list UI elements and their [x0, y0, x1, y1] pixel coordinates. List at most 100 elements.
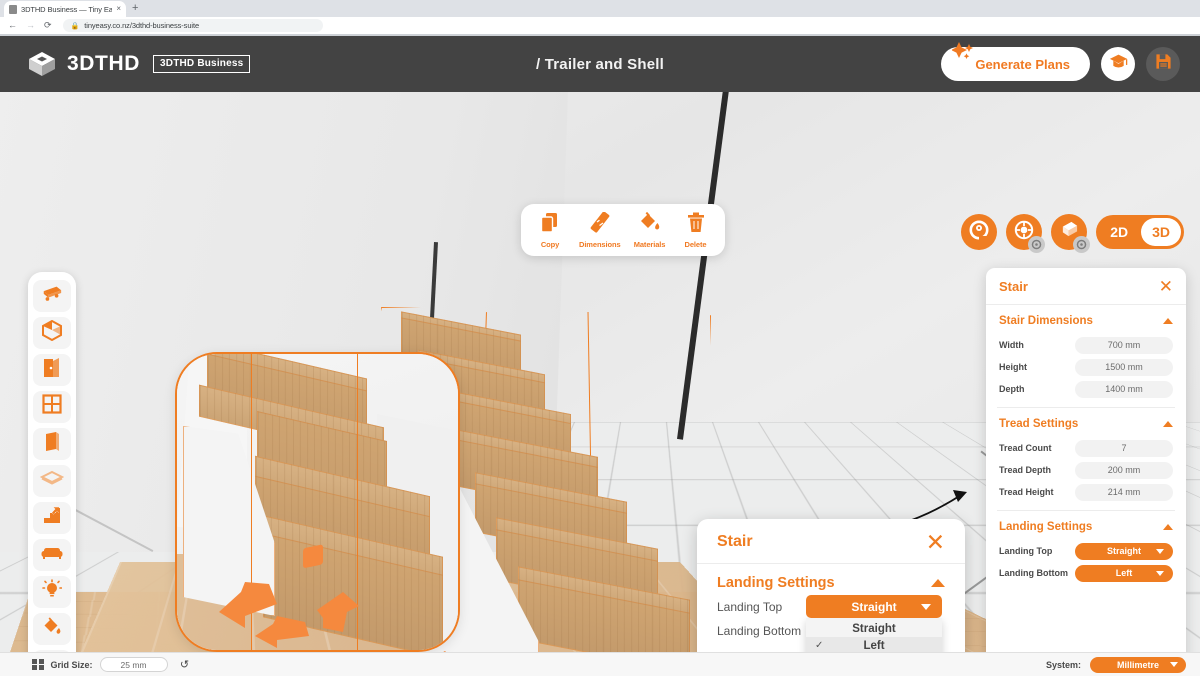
- dropdown-option-straight[interactable]: Straight: [806, 620, 942, 637]
- dropdown-option-label: Left: [863, 639, 885, 652]
- copy-button[interactable]: Copy: [533, 212, 567, 249]
- popup-section-header[interactable]: Landing Settings: [697, 564, 965, 595]
- sofa-icon: [41, 545, 63, 565]
- new-tab-icon[interactable]: +: [132, 3, 138, 14]
- app-root: 3DTHD Business — Tiny Easy - T × + ← → ⟳…: [0, 0, 1200, 676]
- address-bar[interactable]: 🔒 tinyeasy.co.nz/3dthd-business-suite: [62, 19, 323, 32]
- trailer-chassis-icon: [41, 284, 63, 307]
- reset-grid-icon[interactable]: ↺: [175, 657, 195, 673]
- sidebar-item-stairs[interactable]: [33, 501, 71, 534]
- tread-height-input[interactable]: 214 mm: [1075, 483, 1173, 501]
- sidebar-item-trailer-chassis[interactable]: [33, 279, 71, 312]
- landing-bottom-value: Left: [1115, 568, 1133, 578]
- materials-button[interactable]: Materials: [633, 211, 667, 249]
- url-text: tinyeasy.co.nz/3dthd-business-suite: [84, 21, 200, 30]
- section-header-stair-dimensions[interactable]: Stair Dimensions: [986, 305, 1186, 334]
- sidebar-item-floor-slab[interactable]: [33, 464, 71, 497]
- save-button[interactable]: [1146, 47, 1180, 81]
- check-icon: ✓: [815, 640, 824, 651]
- property-label: Height: [999, 362, 1027, 372]
- dimension-toggle[interactable]: 2D 3D: [1096, 215, 1184, 249]
- copy-icon: [540, 212, 560, 238]
- close-tab-icon[interactable]: ×: [116, 5, 121, 13]
- tread-count-input[interactable]: 7: [1075, 439, 1173, 457]
- generate-plans-label: Generate Plans: [975, 56, 1070, 72]
- property-label: Tread Height: [999, 487, 1054, 497]
- trash-icon: [687, 212, 705, 238]
- depth-input[interactable]: 1400 mm: [1075, 380, 1173, 398]
- property-label: Width: [999, 340, 1024, 350]
- popup-title: Stair: [717, 533, 753, 550]
- landing-top-value: Straight: [1106, 546, 1141, 556]
- paint-bucket-icon: [42, 616, 62, 641]
- close-panel-icon[interactable]: ✕: [1159, 278, 1173, 295]
- save-disk-icon: [1155, 53, 1172, 75]
- grid-icon: [32, 658, 44, 671]
- orbit-camera-button[interactable]: [961, 214, 998, 250]
- section-header-tread-settings[interactable]: Tread Settings: [986, 408, 1186, 437]
- learning-center-button[interactable]: [1101, 47, 1135, 81]
- tab-3d[interactable]: 3D: [1141, 218, 1181, 246]
- browser-tab[interactable]: 3DTHD Business — Tiny Easy - T ×: [4, 1, 126, 17]
- 3d-viewport[interactable]: Copy Dimensions Materials Delete 2D 3D S…: [0, 92, 1200, 652]
- unit-system-control: System: Millimetre: [1046, 656, 1186, 673]
- sidebar-item-shell-box[interactable]: [33, 316, 71, 349]
- grid-size-control: Grid Size: 25 mm ↺: [32, 657, 195, 673]
- height-input[interactable]: 1500 mm: [1075, 358, 1173, 376]
- popup-section-title: Landing Settings: [717, 575, 835, 591]
- popup-landing-top-select[interactable]: Straight: [806, 595, 942, 618]
- dimensions-label: Dimensions: [579, 239, 621, 249]
- chevron-up-icon[interactable]: [1163, 318, 1173, 324]
- sidebar-item-furniture[interactable]: [33, 538, 71, 571]
- grid-size-label: Grid Size:: [50, 659, 93, 670]
- sidebar-item-materials[interactable]: [33, 612, 71, 645]
- sidebar-item-window[interactable]: [33, 390, 71, 423]
- reload-icon[interactable]: ⟳: [44, 21, 52, 30]
- move-arrow-gizmo-magnified[interactable]: [211, 544, 401, 650]
- generate-plans-button[interactable]: Generate Plans: [941, 42, 1090, 81]
- tread-depth-input[interactable]: 200 mm: [1075, 461, 1173, 479]
- landing-bottom-select[interactable]: Left: [1075, 564, 1173, 582]
- delete-button[interactable]: Delete: [679, 212, 713, 249]
- unit-system-select[interactable]: Millimetre: [1090, 656, 1186, 673]
- delete-label: Delete: [684, 239, 707, 249]
- light-bulb-icon: [42, 579, 63, 604]
- chevron-up-icon[interactable]: [1163, 524, 1173, 530]
- sidebar-item-lighting[interactable]: [33, 575, 71, 608]
- view-controls: 2D 3D: [961, 214, 1184, 253]
- landing-top-select[interactable]: Straight: [1075, 542, 1173, 560]
- object-context-toolbar: Copy Dimensions Materials Delete: [521, 204, 725, 256]
- sidebar-item-door[interactable]: [33, 353, 71, 386]
- width-input[interactable]: 700 mm: [1075, 336, 1173, 354]
- close-popup-icon[interactable]: ✕: [926, 531, 945, 554]
- property-label: Tread Count: [999, 443, 1052, 453]
- property-row-width: Width 700 mm: [986, 334, 1186, 356]
- render-settings-button[interactable]: [1006, 214, 1046, 253]
- property-label: Landing Bottom: [999, 568, 1068, 578]
- dropdown-option-label: Straight: [852, 622, 896, 635]
- materials-label: Materials: [633, 239, 666, 249]
- chevron-up-icon[interactable]: [931, 579, 945, 587]
- property-row-height: Height 1500 mm: [986, 356, 1186, 378]
- copy-label: Copy: [540, 239, 560, 249]
- property-row-landing-top: Landing Top Straight: [986, 540, 1186, 562]
- chevron-up-icon[interactable]: [1163, 421, 1173, 427]
- section-header-landing-settings[interactable]: Landing Settings: [986, 511, 1186, 540]
- grid-size-input[interactable]: 25 mm: [99, 657, 168, 672]
- browser-tab-strip: 3DTHD Business — Tiny Easy - T × +: [0, 0, 1200, 17]
- dimensions-button[interactable]: Dimensions: [579, 210, 621, 249]
- dropdown-option-left[interactable]: ✓ Left: [806, 637, 942, 652]
- tool-sidebar: [28, 272, 76, 652]
- property-label: Depth: [999, 384, 1025, 394]
- shell-settings-button[interactable]: [1051, 214, 1091, 253]
- shell-box-icon: [42, 319, 62, 346]
- panel-spacer: [986, 584, 1186, 652]
- section-title: Stair Dimensions: [999, 315, 1093, 327]
- sidebar-item-wall[interactable]: [33, 427, 71, 460]
- lock-icon: 🔒: [70, 22, 80, 30]
- panel-title: Stair: [999, 279, 1028, 294]
- tab-2d[interactable]: 2D: [1099, 218, 1139, 246]
- forward-icon[interactable]: →: [26, 21, 35, 30]
- back-icon[interactable]: ←: [8, 21, 17, 30]
- property-label: Landing Top: [999, 546, 1053, 556]
